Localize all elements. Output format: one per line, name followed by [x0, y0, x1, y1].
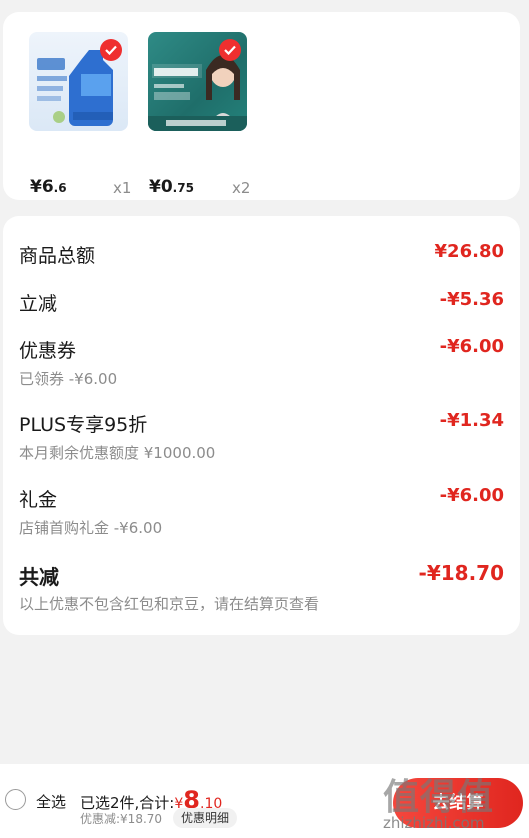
instant-discount-label: 立减: [19, 293, 58, 315]
gift-money-amount: -¥6.00: [439, 485, 504, 506]
select-all-label[interactable]: 全选: [36, 791, 66, 812]
checkout-button[interactable]: 去结算: [393, 778, 523, 828]
product-quantity: x2: [232, 179, 251, 197]
total-discount-label: 共减: [19, 565, 59, 589]
discount-summary: 优惠减:¥18.70: [80, 812, 163, 826]
product-price: ¥6.6: [30, 177, 67, 197]
selected-products-card: ¥6.6 x1 ¥0.75 x2: [3, 12, 520, 200]
discount-breakdown-card: 商品总额 ¥26.80 立减 -¥5.36 优惠券 -¥6.00 已领券 -¥6…: [3, 216, 520, 635]
gift-money-label: 礼金: [19, 489, 58, 511]
selected-check-icon[interactable]: [100, 39, 122, 61]
goods-total-amount: ¥26.80: [434, 241, 504, 262]
goods-total-label: 商品总额: [19, 245, 96, 267]
coupon-label: 优惠券: [19, 340, 77, 362]
gift-money-detail: 店铺首购礼金 -¥6.00: [19, 519, 163, 537]
plus-discount-amount: -¥1.34: [439, 410, 504, 431]
total-discount-note: 以上优惠不包含红包和京豆，请在结算页查看: [19, 595, 320, 613]
instant-discount-amount: -¥5.36: [439, 289, 504, 310]
checkout-bar: 全选 已选2件,合计:¥8.10 优惠减:¥18.70 优惠明细 去结算: [0, 764, 529, 838]
select-all-radio[interactable]: [5, 789, 26, 810]
plus-discount-label: PLUS专享95折: [19, 414, 148, 436]
discount-detail-button[interactable]: 优惠明细: [173, 808, 238, 828]
plus-quota-detail: 本月剩余优惠额度 ¥1000.00: [19, 444, 216, 462]
product-thumbnail-detergent[interactable]: [29, 32, 128, 131]
product-price: ¥0.75: [149, 177, 194, 197]
total-discount-amount: -¥18.70: [418, 561, 504, 585]
coupon-detail: 已领券 -¥6.00: [19, 370, 118, 388]
coupon-amount: -¥6.00: [439, 336, 504, 357]
product-quantity: x1: [113, 179, 132, 197]
selected-check-icon[interactable]: [219, 39, 241, 61]
product-thumbnail-hair-test[interactable]: [148, 32, 247, 131]
